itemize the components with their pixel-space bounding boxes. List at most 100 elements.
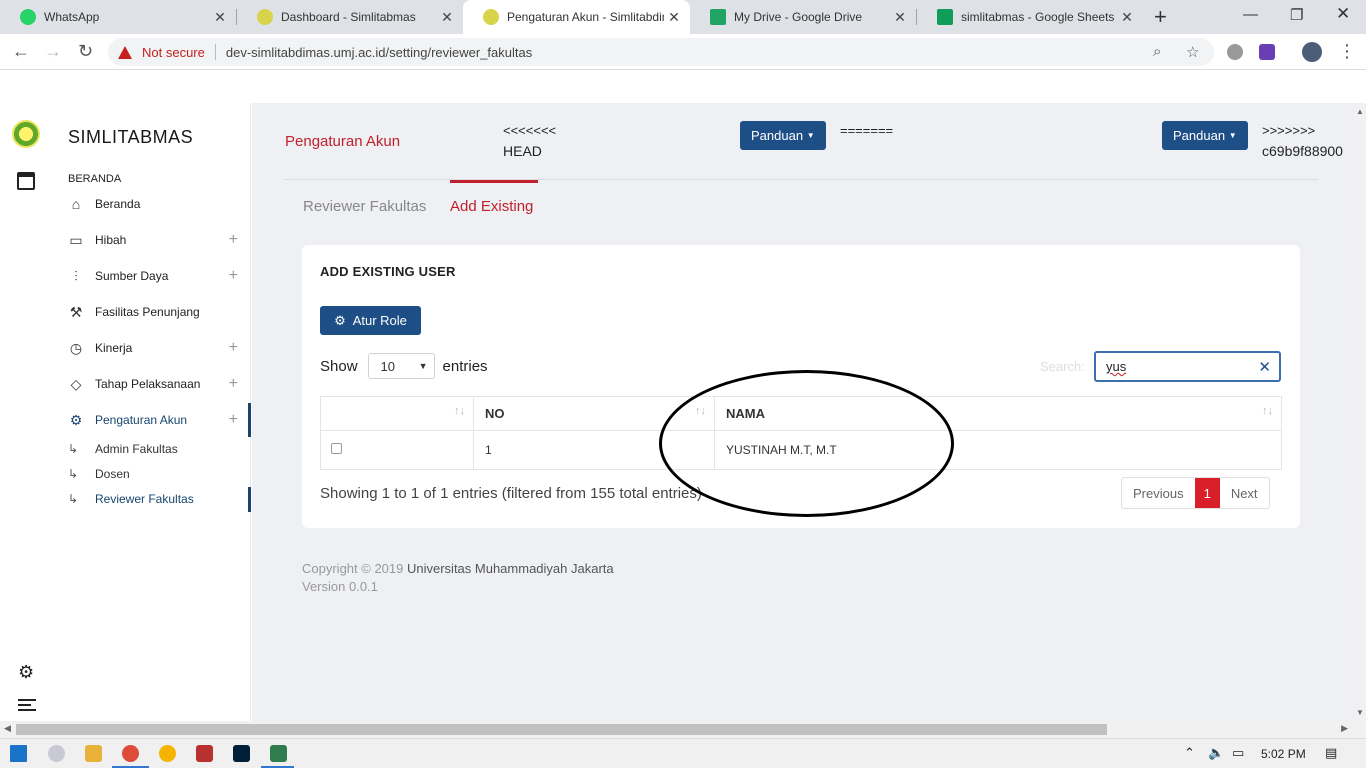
university-link[interactable]: Universitas Muhammadiyah Jakarta <box>407 561 614 576</box>
close-tab-icon[interactable]: ✕ <box>437 9 457 26</box>
notifications-icon[interactable]: ▤ <box>1325 745 1337 761</box>
bookmark-star-icon[interactable]: ☆ <box>1186 43 1199 61</box>
sidebar-subitem-admin-fakultas[interactable]: ↳ Admin Fakultas <box>68 440 178 458</box>
sidebar-item-label: Pengaturan Akun <box>95 413 188 427</box>
atur-role-button[interactable]: ⚙ Atur Role <box>320 306 421 335</box>
sidebar-item-beranda[interactable]: ⌂ Beranda <box>68 193 238 215</box>
settings-gear-icon[interactable]: ⚙ <box>18 662 34 683</box>
umj-logo[interactable] <box>12 120 40 148</box>
previous-page-button[interactable]: Previous <box>1122 478 1195 508</box>
url-text[interactable]: dev-simlitabdimas.umj.ac.id/setting/revi… <box>226 45 532 60</box>
panduan-button[interactable]: Panduan ▼ <box>740 121 826 150</box>
expand-plus-icon[interactable]: + <box>229 231 238 249</box>
tray-chevron-icon[interactable]: ⌃ <box>1184 745 1195 761</box>
omnibox[interactable]: Not secure dev-simlitabdimas.umj.ac.id/s… <box>108 38 1214 66</box>
card-title: ADD EXISTING USER <box>320 264 456 279</box>
extension-globe-icon[interactable] <box>1227 44 1243 60</box>
scroll-up-icon[interactable]: ▲ <box>1356 107 1364 116</box>
extension-cube-icon[interactable] <box>1259 44 1275 60</box>
expand-plus-icon[interactable]: + <box>229 411 238 429</box>
sidebar-item-kinerja[interactable]: ◷ Kinerja + <box>68 337 238 359</box>
active-subitem-indicator <box>248 487 251 512</box>
spreadsheet-app-icon[interactable] <box>270 745 287 762</box>
sidebar-subitem-dosen[interactable]: ↳ Dosen <box>68 465 130 483</box>
clear-search-icon[interactable]: ✕ <box>1258 358 1271 376</box>
windows-taskbar: ⌃ 🔈 ▭ 5:02 PM ▤ <box>0 738 1366 768</box>
horizontal-scrollbar[interactable]: ◀ ▶ <box>0 721 1366 738</box>
gear-icon: ⚙ <box>69 411 83 428</box>
powerpoint-icon[interactable] <box>196 745 213 762</box>
clock[interactable]: 5:02 PM <box>1261 747 1306 761</box>
current-page-button[interactable]: 1 <box>1194 478 1220 508</box>
whatsapp-icon <box>20 9 36 25</box>
minimize-icon[interactable]: — <box>1243 6 1258 23</box>
tab-google-sheets[interactable]: simlitabmas - Google Sheets ✕ <box>917 0 1143 34</box>
active-indicator <box>248 403 251 437</box>
column-header-select[interactable]: ↑↓ <box>320 396 474 431</box>
sidebar-item-sumber-daya[interactable]: ⫶ Sumber Daya + <box>68 265 238 287</box>
panduan-button-2[interactable]: Panduan ▼ <box>1162 121 1248 150</box>
battery-icon[interactable]: ▭ <box>1232 745 1244 761</box>
close-tab-icon[interactable]: ✕ <box>664 9 684 26</box>
reload-icon[interactable]: ↻ <box>78 41 93 62</box>
collapse-menu-icon[interactable] <box>18 699 36 714</box>
browser-menu-icon[interactable]: ⋮ <box>1338 41 1356 62</box>
section-label: BERANDA <box>68 173 122 185</box>
close-tab-icon[interactable]: ✕ <box>210 9 230 26</box>
sidebar-item-hibah[interactable]: ▭ Hibah + <box>68 229 238 251</box>
close-tab-icon[interactable]: ✕ <box>890 9 910 26</box>
next-page-button[interactable]: Next <box>1220 478 1269 508</box>
expand-plus-icon[interactable]: + <box>229 375 238 393</box>
sidebar-item-tahap-pelaksanaan[interactable]: ◇ Tahap Pelaksanaan + <box>68 373 238 395</box>
merge-conflict-separator: ======= <box>840 123 894 138</box>
new-tab-icon[interactable]: + <box>1154 4 1167 30</box>
caret-down-icon: ▼ <box>806 131 815 140</box>
wrench-icon: ⚒ <box>69 303 83 320</box>
scroll-right-icon[interactable]: ▶ <box>1341 723 1348 734</box>
tab-reviewer-fakultas[interactable]: Reviewer Fakultas <box>303 198 426 215</box>
zoom-icon[interactable]: ⌕ <box>1153 43 1161 60</box>
restore-icon[interactable]: ❐ <box>1290 6 1303 24</box>
search-input[interactable]: yus ✕ <box>1094 351 1281 382</box>
calendar-icon[interactable] <box>17 172 35 190</box>
expand-plus-icon[interactable]: + <box>229 339 238 357</box>
windows-start-icon[interactable] <box>10 745 27 762</box>
chrome-icon[interactable] <box>122 745 139 762</box>
sidebar-item-fasilitas-penunjang[interactable]: ⚒ Fasilitas Penunjang <box>68 301 238 323</box>
tab-title: Dashboard - Simlitabmas <box>281 10 416 24</box>
entries-value: 10 <box>380 358 395 374</box>
tab-title: WhatsApp <box>44 10 100 24</box>
tab-add-existing[interactable]: Add Existing <box>450 198 533 215</box>
scrollbar-thumb[interactable] <box>16 724 1107 735</box>
not-secure-label[interactable]: Not secure <box>142 45 205 60</box>
search-value: yus <box>1106 359 1127 374</box>
sidebar-item-pengaturan-akun[interactable]: ⚙ Pengaturan Akun + <box>68 409 238 431</box>
tab-pengaturan-akun[interactable]: Pengaturan Akun - Simlitabdim ✕ <box>463 0 690 34</box>
sidebar-subitem-label: Admin Fakultas <box>95 442 178 456</box>
close-window-icon[interactable]: ✕ <box>1336 4 1350 24</box>
tab-dashboard[interactable]: Dashboard - Simlitabmas ✕ <box>237 0 463 34</box>
brand-name[interactable]: SIMLITABMAS <box>68 127 193 148</box>
chrome-alt-icon[interactable] <box>159 745 176 762</box>
file-explorer-icon[interactable] <box>85 745 102 762</box>
tab-whatsapp[interactable]: WhatsApp ✕ <box>0 0 236 34</box>
forward-icon[interactable]: → <box>44 41 62 62</box>
vertical-scrollbar[interactable]: ▲ ▼ <box>1354 103 1366 721</box>
volume-icon[interactable]: 🔈 <box>1208 745 1224 761</box>
sliders-icon: ⫶ <box>74 267 78 284</box>
entries-length-control: Show 10 ▼ entries <box>320 353 488 379</box>
scroll-left-icon[interactable]: ◀ <box>4 723 11 734</box>
browser-tab-bar: WhatsApp ✕ Dashboard - Simlitabmas ✕ Pen… <box>0 0 1366 34</box>
google-drive-icon <box>710 9 726 25</box>
scroll-down-icon[interactable]: ▼ <box>1356 708 1364 717</box>
cortana-icon[interactable] <box>48 745 65 762</box>
row-checkbox[interactable] <box>331 443 342 454</box>
entries-select[interactable]: 10 ▼ <box>367 353 435 379</box>
expand-plus-icon[interactable]: + <box>229 267 238 285</box>
tab-google-drive[interactable]: My Drive - Google Drive ✕ <box>690 0 916 34</box>
profile-avatar[interactable] <box>1302 42 1322 62</box>
close-tab-icon[interactable]: ✕ <box>1117 9 1137 26</box>
sidebar-subitem-reviewer-fakultas[interactable]: ↳ Reviewer Fakultas <box>68 490 194 508</box>
back-icon[interactable]: ← <box>12 41 30 62</box>
photoshop-icon[interactable] <box>233 745 250 762</box>
